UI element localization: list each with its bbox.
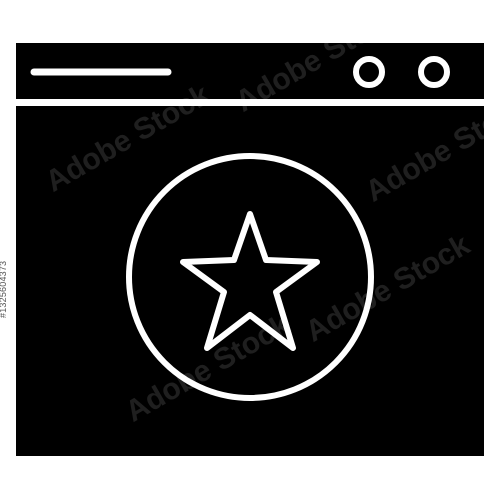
- stock-image-id: #1325604373: [0, 260, 8, 318]
- title-bar-divider: [16, 99, 484, 106]
- icon-canvas: Adobe Stock Adobe Stock Adobe Stock Adob…: [0, 0, 500, 500]
- browser-window-star-icon: [16, 43, 484, 456]
